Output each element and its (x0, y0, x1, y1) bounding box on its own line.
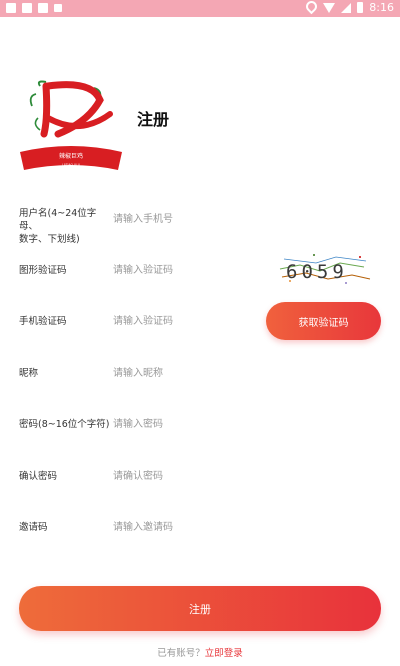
confirm-password-input[interactable] (111, 456, 265, 496)
password-label: 密码(8~16位个字符) (19, 419, 110, 430)
password-input[interactable] (111, 404, 265, 444)
page-title: 注册 (137, 110, 170, 129)
password-row: 密码(8~16位个字符) (0, 404, 400, 444)
username-label-line1: 用户名(4~24位字母、 (19, 208, 97, 232)
notification-icon (6, 3, 16, 13)
notification-icons (6, 3, 62, 13)
nickname-row: 昵称 (0, 353, 400, 393)
username-label: 用户名(4~24位字母、 数字、下划线) (19, 207, 111, 246)
captcha-text: 6059 (286, 261, 348, 283)
wifi-icon (323, 2, 336, 13)
nickname-label: 昵称 (19, 368, 39, 379)
invite-code-input[interactable] (111, 507, 265, 547)
nickname-input[interactable] (111, 353, 265, 393)
sms-code-input[interactable] (111, 301, 265, 341)
signal-icon (341, 2, 352, 13)
captcha-input[interactable] (111, 250, 265, 290)
confirm-password-row: 确认密码 (0, 456, 400, 496)
username-row: 用户名(4~24位字母、 数字、下划线) (0, 199, 400, 245)
logo-brand-text: 辣椒巨鸡 (59, 152, 83, 160)
invite-code-label: 邀请码 (19, 522, 48, 533)
username-input[interactable] (111, 199, 265, 239)
confirm-password-label: 确认密码 (19, 471, 58, 482)
captcha-label: 图形验证码 (19, 265, 67, 276)
login-prompt-text: 已有账号？ (157, 648, 205, 659)
app-logo: 辣椒巨鸡 LATIAO JU JI (20, 80, 122, 170)
location-icon (304, 0, 320, 15)
status-time: 8:16 (369, 1, 394, 14)
battery-icon (357, 2, 364, 13)
notification-icon (54, 4, 62, 12)
login-prompt: 已有账号？立即登录 (0, 645, 400, 659)
login-link[interactable]: 立即登录 (205, 648, 243, 659)
invite-code-row: 邀请码 (0, 507, 400, 547)
get-code-button[interactable]: 获取验证码 (266, 302, 381, 340)
logo-sub-text: LATIAO JU JI (62, 163, 81, 167)
system-icons: 8:16 (304, 0, 394, 15)
sms-code-label: 手机验证码 (19, 316, 67, 327)
register-button[interactable]: 注册 (19, 586, 381, 631)
notification-icon (38, 3, 48, 13)
username-label-line2: 数字、下划线) (19, 234, 80, 245)
notification-icon (22, 3, 32, 13)
status-bar: 8:16 (0, 0, 400, 17)
captcha-image[interactable]: 6059 (276, 251, 372, 287)
